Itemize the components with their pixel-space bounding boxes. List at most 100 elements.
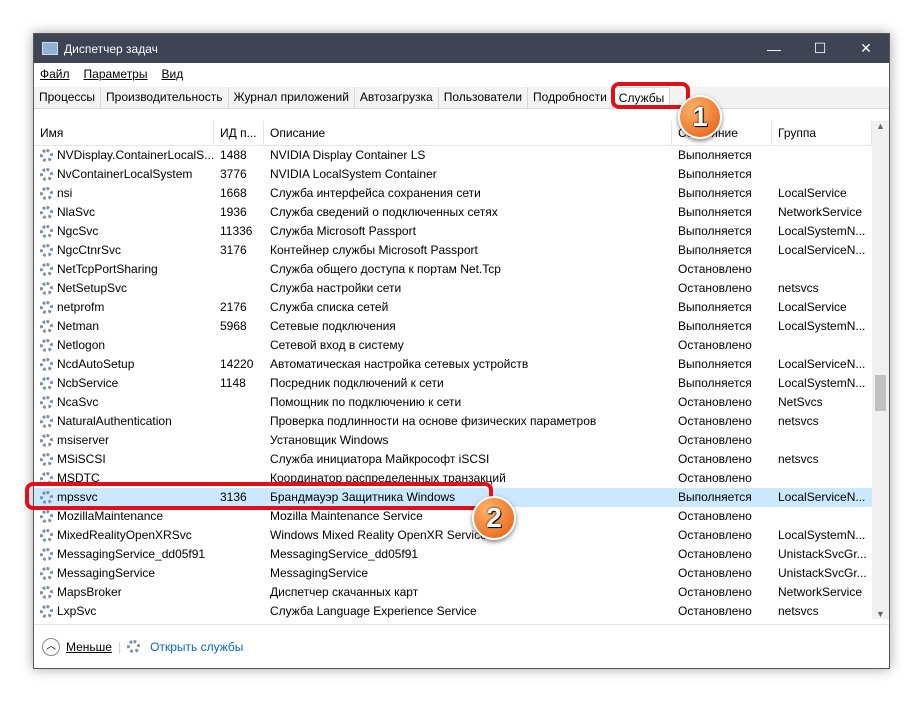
service-gear-icon bbox=[40, 605, 53, 618]
service-pid bbox=[214, 602, 264, 621]
table-row[interactable]: Netman 5968 Сетевые подключения Выполняется… bbox=[34, 317, 872, 336]
table-row[interactable]: NvContainerLocalSystem 3776 NVIDIA LocalSy… bbox=[34, 165, 872, 184]
service-group: netsvcs bbox=[778, 452, 819, 466]
service-group bbox=[772, 336, 872, 355]
fewer-details-link[interactable]: Меньше bbox=[66, 640, 112, 654]
service-group bbox=[772, 260, 872, 279]
table-row[interactable]: nsi 1668 Служба интерфейса сохранения сети… bbox=[34, 184, 872, 203]
table-row[interactable]: NcbService 1148 Посредник подключений к се… bbox=[34, 374, 872, 393]
service-pid: 2176 bbox=[220, 300, 247, 314]
tab-details[interactable]: Подробности bbox=[528, 87, 613, 108]
service-group bbox=[772, 431, 872, 450]
name-cell: MSiSCSI bbox=[34, 450, 214, 469]
service-status: Выполняется bbox=[678, 357, 752, 371]
service-description: Установщик Windows bbox=[270, 433, 389, 447]
table-row[interactable]: NetTcpPortSharing Служба общего доступа к… bbox=[34, 260, 872, 279]
service-name: MessagingService bbox=[57, 566, 156, 580]
chevron-up-icon[interactable]: ︿ bbox=[42, 637, 60, 656]
tab-users[interactable]: Пользователи bbox=[439, 87, 529, 108]
table-row[interactable]: MSiSCSI Служба инициатора Майкрософт iSCS… bbox=[34, 450, 872, 469]
service-gear-icon bbox=[40, 282, 53, 295]
tab-performance[interactable]: Производительность bbox=[101, 87, 229, 108]
footer: ︿ Меньше | Открыть службы bbox=[34, 624, 889, 668]
column-description[interactable]: Описание bbox=[264, 121, 672, 145]
service-name: Netman bbox=[57, 319, 100, 333]
menu-file[interactable]: Файл bbox=[40, 67, 70, 81]
service-name: NcbService bbox=[57, 376, 119, 390]
minimize-button[interactable]: — bbox=[751, 34, 797, 63]
column-group[interactable]: Группа bbox=[772, 121, 872, 145]
column-name[interactable]: Имя bbox=[34, 121, 214, 145]
service-group: netsvcs bbox=[778, 281, 819, 295]
service-status: Остановлено bbox=[678, 338, 752, 352]
close-button[interactable]: ✕ bbox=[843, 34, 889, 63]
service-gear-icon bbox=[40, 396, 53, 409]
table-row[interactable]: NlaSvc 1936 Служба сведений о подключенных… bbox=[34, 203, 872, 222]
scrollbar-thumb[interactable] bbox=[875, 375, 886, 411]
service-description: Служба инициатора Майкрософт iSCSI bbox=[270, 452, 490, 466]
scroll-up-icon[interactable]: ▲ bbox=[872, 121, 889, 131]
name-cell: NcaSvc bbox=[34, 393, 214, 412]
tab-startup[interactable]: Автозагрузка bbox=[355, 87, 439, 108]
service-description: Служба интерфейса сохранения сети bbox=[270, 186, 481, 200]
table-row[interactable]: msiserver Установщик Windows Остановлено bbox=[34, 431, 872, 450]
service-pid bbox=[214, 431, 264, 450]
service-gear-icon bbox=[40, 415, 53, 428]
tab-processes[interactable]: Процессы bbox=[34, 87, 102, 108]
service-pid bbox=[214, 260, 264, 279]
service-name: NcdAutoSetup bbox=[57, 357, 135, 371]
service-gear-icon bbox=[40, 263, 53, 276]
column-pid[interactable]: ИД п... bbox=[214, 121, 264, 145]
tab-app-history[interactable]: Журнал приложений bbox=[229, 87, 355, 108]
service-group: LocalSystemN... bbox=[778, 319, 866, 333]
table-row[interactable]: NgcCtnrSvc 3176 Контейнер службы Microsoft… bbox=[34, 241, 872, 260]
service-description: Служба сведений о подключенных сетях bbox=[270, 205, 498, 219]
service-status: Остановлено bbox=[678, 528, 752, 542]
service-pid: 5968 bbox=[220, 319, 247, 333]
name-cell: MessagingService bbox=[34, 564, 214, 583]
name-cell: MessagingService_dd05f91 bbox=[34, 545, 214, 564]
name-cell: LxpSvc bbox=[34, 602, 214, 621]
table-row[interactable]: NetSetupSvc Служба настройки сети Остановл… bbox=[34, 279, 872, 298]
service-description: NVIDIA Display Container LS bbox=[270, 148, 426, 162]
name-cell: NetSetupSvc bbox=[34, 279, 214, 298]
highlight-mpssvc-row bbox=[25, 482, 493, 510]
table-row[interactable]: netprofm 2176 Служба списка сетей Выполняет… bbox=[34, 298, 872, 317]
service-group: NetSvcs bbox=[778, 395, 823, 409]
service-name: MessagingService_dd05f91 bbox=[57, 547, 206, 561]
service-name: NgcSvc bbox=[57, 224, 99, 238]
service-name: NetSetupSvc bbox=[57, 281, 128, 295]
service-name: NvContainerLocalSystem bbox=[57, 167, 193, 181]
maximize-button[interactable]: ☐ bbox=[797, 34, 843, 63]
service-name: NgcCtnrSvc bbox=[57, 243, 122, 257]
service-group bbox=[772, 146, 872, 165]
service-gear-icon bbox=[40, 225, 53, 238]
name-cell: netprofm bbox=[34, 298, 214, 317]
table-row[interactable]: NcdAutoSetup 14220 Автоматическая настройк… bbox=[34, 355, 872, 374]
name-cell: NaturalAuthentication bbox=[34, 412, 214, 431]
table-row[interactable]: NgcSvc 11336 Служба Microsoft Passport Выпо… bbox=[34, 222, 872, 241]
table-row[interactable]: MapsBroker Диспетчер скачанных карт Остано… bbox=[34, 583, 872, 602]
table-row[interactable]: NcaSvc Помощник по подключению к сети Оста… bbox=[34, 393, 872, 412]
step-badge-2: 2 bbox=[472, 496, 516, 540]
service-status: Выполняется bbox=[678, 205, 752, 219]
vertical-scrollbar[interactable]: ▲ ▼ bbox=[872, 121, 889, 619]
table-row[interactable]: MessagingService_dd05f91 MessagingService… bbox=[34, 545, 872, 564]
service-name: MapsBroker bbox=[57, 585, 122, 599]
table-row[interactable]: NVDisplay.ContainerLocalS... 1488 NVIDIA D… bbox=[34, 146, 872, 165]
window-title: Диспетчер задач bbox=[64, 41, 158, 56]
open-services-link[interactable]: Открыть службы bbox=[150, 640, 243, 654]
table-row[interactable]: MessagingService MessagingService Остановл… bbox=[34, 564, 872, 583]
service-group: LocalServiceN... bbox=[778, 490, 866, 504]
service-group bbox=[772, 165, 872, 184]
menu-options[interactable]: Параметры bbox=[84, 67, 148, 81]
service-pid: 3776 bbox=[220, 167, 247, 181]
scroll-down-icon[interactable]: ▼ bbox=[872, 609, 889, 619]
name-cell: NVDisplay.ContainerLocalS... bbox=[34, 146, 214, 165]
table-row[interactable]: LxpSvc Служба Language Experience Service… bbox=[34, 602, 872, 621]
menu-view[interactable]: Вид bbox=[161, 67, 183, 81]
table-row[interactable]: MixedRealityOpenXRSvc Windows Mixed Reali… bbox=[34, 526, 872, 545]
table-row[interactable]: Netlogon Сетевой вход в систему Остановлен… bbox=[34, 336, 872, 355]
service-status: Остановлено bbox=[678, 395, 752, 409]
table-row[interactable]: NaturalAuthentication Проверка подлинност… bbox=[34, 412, 872, 431]
